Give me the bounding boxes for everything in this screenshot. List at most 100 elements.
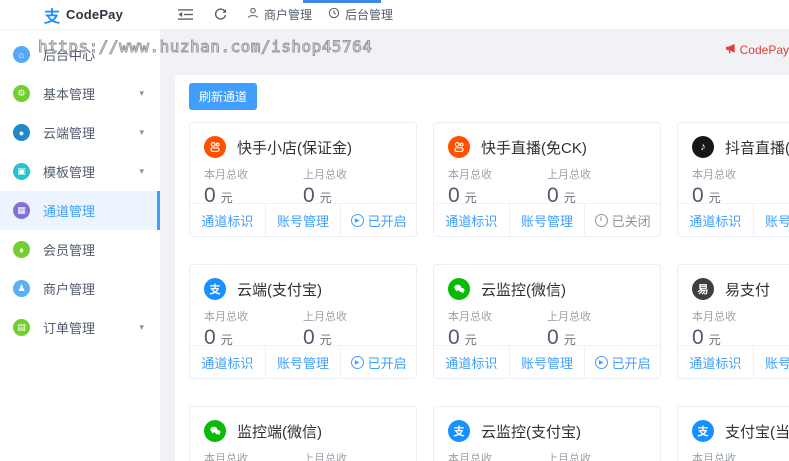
month-total-label: 本月总收 xyxy=(448,308,547,324)
account-manage-link[interactable]: 账号管理 xyxy=(753,204,789,236)
channel-status-toggle[interactable]: ▶ 已开启 xyxy=(584,346,660,378)
status-icon: ▶ xyxy=(351,356,364,369)
channel-status-toggle[interactable]: ▶ 已开启 xyxy=(340,346,416,378)
channel-title: 抖音直播(手 xyxy=(725,137,789,158)
channel-title: 监控端(微信) xyxy=(237,421,322,442)
merchant-icon: ♟ xyxy=(13,280,30,297)
status-label: 已开启 xyxy=(368,211,407,230)
status-icon: ▶ xyxy=(351,214,364,227)
last-month-total-label: 上月总收 xyxy=(547,166,646,182)
chevron-down-icon: ▾ xyxy=(139,166,144,177)
megaphone-icon xyxy=(725,43,736,57)
last-month-total-label: 上月总收 xyxy=(547,450,646,461)
month-total-label: 本月总收 xyxy=(692,450,789,461)
channel-id-link[interactable]: 通道标识 xyxy=(190,346,265,378)
channel-card: 支 云监控(支付宝) 本月总收 0元 上月总收 0元 通道标识 账号管理 xyxy=(433,406,661,461)
month-total-label: 本月总收 xyxy=(692,308,789,324)
alipay-icon: 支 xyxy=(204,278,226,300)
chevron-down-icon: ▾ xyxy=(139,322,144,333)
kuaishou-icon xyxy=(448,136,470,158)
channel-card: ♪ 抖音直播(手 本月总收 0元 上月总收 通道标识 账号管理 xyxy=(677,122,789,237)
channel-title: 云监控(支付宝) xyxy=(481,421,581,442)
last-month-total-label: 上月总收 xyxy=(303,308,402,324)
month-total-label: 本月总收 xyxy=(204,166,303,182)
last-month-total-label: 上月总收 xyxy=(303,166,402,182)
channel-card: 监控端(微信) 本月总收 0元 上月总收 0.01元 通道标识 账号管理 xyxy=(189,406,417,461)
active-tab-indicator xyxy=(303,0,381,3)
alipay-logo-icon: 支 xyxy=(44,3,60,27)
channel-card-grid: 快手小店(保证金) 本月总收 0元 上月总收 0元 通道标识 账号管理 ▶已开启… xyxy=(189,122,789,461)
month-total-label: 本月总收 xyxy=(204,308,303,324)
announcement-text: CodePay xyxy=(740,43,789,57)
cloud-icon: ● xyxy=(13,124,30,141)
status-icon: ▶ xyxy=(595,356,608,369)
douyin-icon: ♪ xyxy=(692,136,714,158)
channel-card: 支 云端(支付宝) 本月总收 0元 上月总收 0元 通道标识 账号管理 ▶已开启 xyxy=(189,264,417,379)
sidebar-item[interactable]: ♦ 会员管理 ▾ xyxy=(0,230,160,269)
account-manage-link[interactable]: 账号管理 xyxy=(509,346,585,378)
channel-icon: ▦ xyxy=(13,202,30,219)
tab-merchant-management[interactable]: 商户管理 xyxy=(247,6,312,23)
status-label: 已开启 xyxy=(612,353,651,372)
chevron-down-icon: ▾ xyxy=(139,127,144,138)
tab-label: 商户管理 xyxy=(264,6,312,23)
channel-status-toggle[interactable]: ‖已关闭 xyxy=(584,204,660,236)
refresh-icon[interactable] xyxy=(214,8,227,21)
channel-card: 支 支付宝(当面 本月总收 0元 上月总收 通道标识 账号管理 xyxy=(677,406,789,461)
channel-title: 云端(支付宝) xyxy=(237,279,322,300)
tab-admin-management[interactable]: 后台管理 xyxy=(328,6,393,23)
channel-card: 易 易支付 本月总收 0元 上月总收 通道标识 账号管理 xyxy=(677,264,789,379)
account-manage-link[interactable]: 账号管理 xyxy=(509,204,585,236)
status-icon: ‖ xyxy=(595,214,608,227)
channel-id-link[interactable]: 通道标识 xyxy=(678,346,753,378)
tab-label: 后台管理 xyxy=(345,6,393,23)
sidebar-item[interactable]: ⚙ 基本管理 ▾ xyxy=(0,74,160,113)
chevron-down-icon: ▾ xyxy=(139,88,144,99)
sidebar-item[interactable]: ⌂ 后台中心 ▾ xyxy=(0,35,160,74)
announcement-bar[interactable]: CodePay xyxy=(725,42,789,58)
member-icon: ♦ xyxy=(13,241,30,258)
channel-status-toggle[interactable]: ▶ 已开启 xyxy=(340,204,416,236)
channel-title: 快手小店(保证金) xyxy=(237,137,352,158)
channel-title: 云监控(微信) xyxy=(481,279,566,300)
month-total-label: 本月总收 xyxy=(448,450,547,461)
app-title: CodePay xyxy=(66,7,123,22)
account-manage-link[interactable]: 账号管理 xyxy=(753,346,789,378)
gear-icon: ⚙ xyxy=(13,85,30,102)
collapse-menu-icon[interactable] xyxy=(178,8,193,21)
channel-id-link[interactable]: 通道标识 xyxy=(434,204,509,236)
channel-card: 快手直播(免CK) 本月总收 0元 上月总收 0元 通道标识 账号管理 ‖已关闭 xyxy=(433,122,661,237)
clock-icon xyxy=(328,7,340,22)
month-total-label: 本月总收 xyxy=(204,450,303,461)
top-header: 支 CodePay 商户管理 后台管理 xyxy=(0,0,789,30)
sidebar-item[interactable]: ▤ 订单管理 ▾ xyxy=(0,308,160,347)
sidebar-item[interactable]: ▦ 通道管理 ▾ xyxy=(0,191,160,230)
order-icon: ▤ xyxy=(13,319,30,336)
account-manage-link[interactable]: 账号管理 xyxy=(265,346,341,378)
channel-id-link[interactable]: 通道标识 xyxy=(190,204,265,236)
kuaishou-icon xyxy=(204,136,226,158)
status-label: 已开启 xyxy=(368,353,407,372)
last-month-total-label: 上月总收 xyxy=(547,308,646,324)
account-manage-link[interactable]: 账号管理 xyxy=(265,204,341,236)
content-panel: 刷新通道 快手小店(保证金) 本月总收 0元 上月总收 0元 通道标识 账号管理… xyxy=(175,75,789,461)
month-total-label: 本月总收 xyxy=(448,166,547,182)
channel-title: 支付宝(当面 xyxy=(725,421,789,442)
alipay-icon: 支 xyxy=(692,420,714,442)
home-icon: ⌂ xyxy=(13,46,30,63)
alipay-icon: 支 xyxy=(448,420,470,442)
yipay-icon: 易 xyxy=(692,278,714,300)
sidebar: ⌂ 后台中心 ▾ ⚙ 基本管理 ▾ ● 云端管理 ▾ ▣ 模板管理 ▾ ▦ 通道… xyxy=(0,30,160,461)
template-icon: ▣ xyxy=(13,163,30,180)
channel-card: 云监控(微信) 本月总收 0元 上月总收 0元 通道标识 账号管理 ▶已开启 xyxy=(433,264,661,379)
wechat-icon xyxy=(448,278,470,300)
sidebar-item[interactable]: ● 云端管理 ▾ xyxy=(0,113,160,152)
sidebar-item[interactable]: ▣ 模板管理 ▾ xyxy=(0,152,160,191)
user-icon xyxy=(247,7,259,22)
app-logo[interactable]: 支 CodePay xyxy=(0,3,160,27)
channel-id-link[interactable]: 通道标识 xyxy=(434,346,509,378)
channel-card: 快手小店(保证金) 本月总收 0元 上月总收 0元 通道标识 账号管理 ▶已开启 xyxy=(189,122,417,237)
channel-id-link[interactable]: 通道标识 xyxy=(678,204,753,236)
sidebar-item[interactable]: ♟ 商户管理 ▾ xyxy=(0,269,160,308)
refresh-channels-button[interactable]: 刷新通道 xyxy=(189,83,257,110)
